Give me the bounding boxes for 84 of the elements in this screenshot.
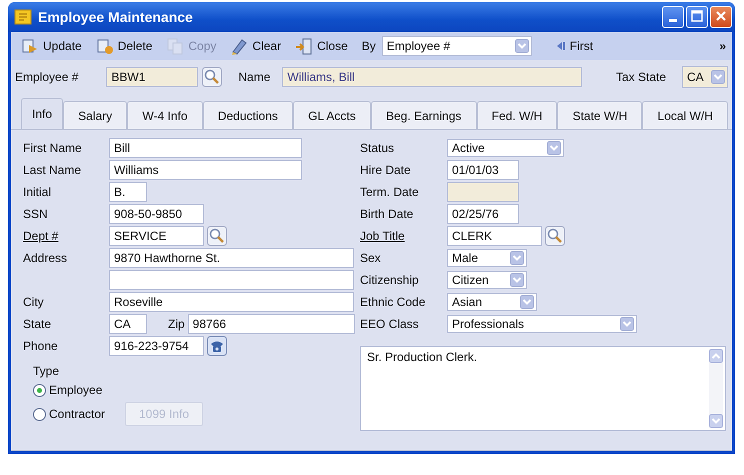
scroll-up-icon	[709, 349, 723, 363]
dropdown[interactable]: Male	[447, 249, 527, 267]
field-label: Name	[238, 70, 270, 84]
field-label: Zip	[168, 317, 185, 331]
field-label: Sex	[360, 251, 382, 265]
minimize-button[interactable]	[662, 6, 684, 28]
search-icon	[202, 67, 222, 87]
document-icon	[21, 37, 39, 55]
employee-number-field[interactable]: BBW1	[106, 67, 198, 87]
field-label: Initial	[23, 185, 52, 199]
field-label: Birth Date	[360, 207, 414, 221]
minimize-icon	[669, 19, 677, 22]
search-icon	[207, 226, 227, 246]
group-label: Type	[33, 364, 60, 378]
text-field[interactable]: Williams	[109, 160, 302, 180]
radio-button[interactable]: Contractor	[33, 407, 106, 421]
text-field[interactable]: 9870 Hawthorne St.	[109, 248, 354, 268]
dropdown[interactable]: Citizen	[447, 271, 527, 289]
text-field[interactable]: Roseville	[109, 292, 354, 312]
text-field[interactable]: CA	[109, 314, 147, 334]
close-button[interactable]	[710, 6, 732, 28]
app-icon	[14, 8, 32, 26]
field-label: Hire Date	[360, 163, 412, 177]
tab[interactable]: W-4 Info	[127, 101, 203, 129]
field-label: Tax State	[616, 70, 666, 84]
text-field[interactable]: CLERK	[447, 226, 542, 246]
field-label: Phone	[23, 339, 59, 353]
notes-field[interactable]: Sr. Production Clerk.	[360, 346, 726, 431]
sort-label: By	[362, 39, 376, 53]
tab[interactable]: Info	[21, 98, 64, 129]
text-field[interactable]: Bill	[109, 138, 302, 158]
field-label: City	[23, 295, 45, 309]
text-field[interactable]: 02/25/76	[447, 204, 519, 224]
field-label: Last Name	[23, 163, 82, 177]
field-label: Job Title	[360, 229, 406, 243]
tab[interactable]: Deductions	[202, 101, 294, 129]
field-label: Term. Date	[360, 185, 420, 199]
text-field[interactable]: 98766	[188, 314, 355, 334]
field-label: Status	[360, 141, 396, 155]
exit-door-icon	[295, 37, 314, 55]
dropdown[interactable]: Professionals	[447, 315, 637, 333]
field-label: Address	[23, 251, 68, 265]
window-title: Employee Maintenance	[38, 9, 193, 25]
toolbar-button[interactable]: Update	[17, 37, 86, 55]
text-field[interactable]	[109, 270, 354, 290]
text-field[interactable]: 916-223-9754	[109, 336, 204, 356]
search-icon	[545, 226, 565, 246]
close-icon	[715, 10, 727, 22]
tab[interactable]: State W/H	[557, 101, 642, 129]
sort-dropdown[interactable]: Employee #	[382, 36, 532, 56]
field-label: State	[23, 317, 52, 331]
radio-button[interactable]: Employee	[33, 383, 102, 397]
field-label: Ethnic Code	[360, 295, 426, 309]
toolbar-button[interactable]: Clear	[226, 37, 286, 55]
document-icon	[96, 37, 114, 55]
tab[interactable]: Beg. Earnings	[370, 101, 477, 129]
toolbar-button[interactable]: Delete	[92, 37, 156, 55]
telephone-icon	[207, 336, 227, 356]
field-label: EEO Class	[360, 317, 420, 331]
text-field[interactable]: B.	[109, 182, 147, 202]
tax-state-dropdown[interactable]: CA	[682, 66, 728, 88]
tab[interactable]: Salary	[63, 101, 128, 129]
tab[interactable]: Local W/H	[642, 101, 728, 129]
copy-icon	[166, 37, 184, 55]
field-label: Employee #	[15, 70, 78, 84]
name-field[interactable]: Williams, Bill	[282, 67, 582, 87]
field-label: Citizenship	[360, 273, 420, 287]
field-label: First Name	[23, 141, 83, 155]
first-button[interactable]: First	[550, 39, 598, 53]
dropdown[interactable]: Active	[447, 139, 564, 157]
scroll-down-icon	[709, 414, 723, 428]
text-field[interactable]: 908-50-9850	[109, 204, 204, 224]
tab[interactable]: GL Accts	[293, 101, 371, 129]
toolbar-button[interactable]: Close	[291, 37, 352, 55]
scrollbar[interactable]	[709, 349, 723, 428]
tab[interactable]: Fed. W/H	[476, 101, 558, 129]
text-field[interactable]: SERVICE	[109, 226, 204, 246]
field-label: Dept #	[23, 229, 60, 243]
field-label: SSN	[23, 207, 49, 221]
text-field[interactable]: 01/01/03	[447, 160, 519, 180]
maximize-button[interactable]	[686, 6, 708, 28]
maximize-icon	[691, 10, 703, 22]
dropdown[interactable]: Asian	[447, 293, 537, 311]
overflow-button[interactable]: »	[719, 39, 726, 53]
